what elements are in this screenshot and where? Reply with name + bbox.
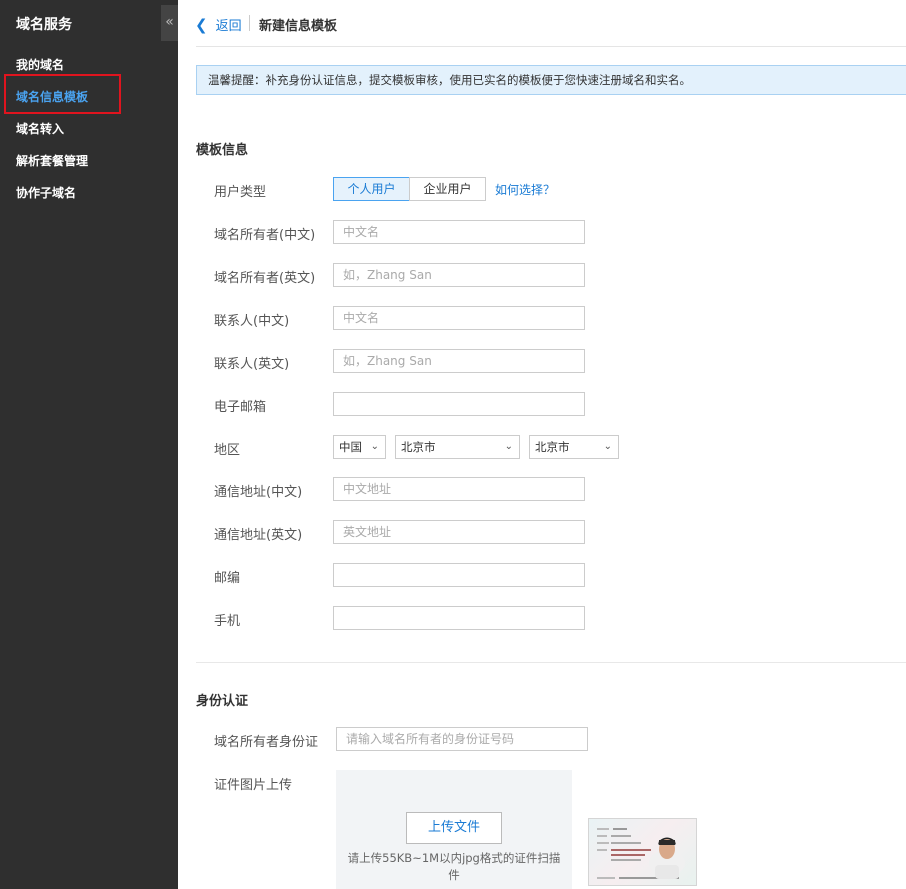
id-card-sample-image	[588, 818, 697, 886]
sidebar: 域名服务 « 我的域名 域名信息模板 域名转入 解析套餐管理 协作子域名	[0, 0, 178, 889]
id-card-illustration	[597, 828, 685, 879]
owner-cn-input[interactable]	[333, 220, 585, 244]
upload-hint: 请上传55KB~1M以内jpg格式的证件扫描件	[347, 851, 561, 882]
page-title: 新建信息模板	[259, 19, 338, 34]
page-header: ❮ 返回 新建信息模板	[178, 0, 906, 48]
back-label: 返回	[215, 19, 242, 34]
address-cn-input[interactable]	[333, 477, 585, 501]
user-type-label: 用户类型	[214, 185, 267, 200]
mobile-label: 手机	[214, 614, 241, 629]
contact-en-input[interactable]	[333, 349, 585, 373]
address-cn-label: 通信地址(中文)	[214, 485, 303, 500]
id-number-label: 域名所有者身份证	[214, 735, 319, 750]
chevron-down-icon: ⌄	[603, 441, 612, 452]
sidebar-item-my-domains[interactable]: 我的域名	[0, 49, 178, 81]
contact-cn-input[interactable]	[333, 306, 585, 330]
postcode-label: 邮编	[214, 571, 241, 586]
section-title-identity: 身份认证	[196, 694, 249, 709]
country-value: 中国	[339, 440, 362, 454]
chevron-left-icon: ❮	[195, 15, 208, 34]
user-type-enterprise-button[interactable]: 企业用户	[409, 177, 486, 201]
owner-cn-label: 域名所有者(中文)	[214, 228, 316, 243]
address-en-input[interactable]	[333, 520, 585, 544]
chevron-down-icon: ⌄	[370, 441, 379, 452]
owner-en-label: 域名所有者(英文)	[214, 271, 316, 286]
user-type-personal-button[interactable]: 个人用户	[333, 177, 410, 201]
address-en-label: 通信地址(英文)	[214, 528, 303, 543]
upload-file-button[interactable]: 上传文件	[406, 812, 502, 844]
city-value: 北京市	[535, 440, 570, 454]
postcode-input[interactable]	[333, 563, 585, 587]
sidebar-menu: 我的域名 域名信息模板 域名转入 解析套餐管理 协作子域名	[0, 49, 178, 209]
province-select[interactable]: 北京市 ⌄	[395, 435, 520, 459]
upload-label: 证件图片上传	[214, 778, 293, 793]
chevron-down-icon: ⌄	[504, 441, 513, 452]
country-select[interactable]: 中国 ⌄	[333, 435, 386, 459]
back-link[interactable]: ❮ 返回	[195, 15, 242, 35]
sidebar-item-collab-subdomains[interactable]: 协作子域名	[0, 177, 178, 209]
sidebar-item-dns-packages[interactable]: 解析套餐管理	[0, 145, 178, 177]
section-divider	[196, 662, 906, 663]
owner-en-input[interactable]	[333, 263, 585, 287]
province-value: 北京市	[401, 440, 436, 454]
email-label: 电子邮箱	[214, 400, 267, 415]
city-select[interactable]: 北京市 ⌄	[529, 435, 619, 459]
upload-area: 上传文件 请上传55KB~1M以内jpg格式的证件扫描件	[336, 770, 572, 889]
sidebar-title: 域名服务	[16, 17, 72, 33]
sidebar-item-domain-transfer[interactable]: 域名转入	[0, 113, 178, 145]
section-title-template: 模板信息	[196, 143, 249, 158]
header-separator	[249, 15, 250, 31]
notice-banner: 温馨提醒：补充身份认证信息，提交模板审核，使用已实名的模板便于您快速注册域名和实…	[196, 65, 906, 95]
how-to-choose-link[interactable]: 如何选择？	[495, 181, 555, 198]
mobile-input[interactable]	[333, 606, 585, 630]
contact-en-label: 联系人(英文)	[214, 357, 290, 372]
contact-cn-label: 联系人(中文)	[214, 314, 290, 329]
header-divider	[196, 46, 906, 47]
sidebar-item-domain-templates[interactable]: 域名信息模板	[0, 81, 178, 113]
email-input[interactable]	[333, 392, 585, 416]
id-number-input[interactable]	[336, 727, 588, 751]
collapse-sidebar-button[interactable]: «	[161, 5, 178, 41]
region-label: 地区	[214, 443, 241, 458]
